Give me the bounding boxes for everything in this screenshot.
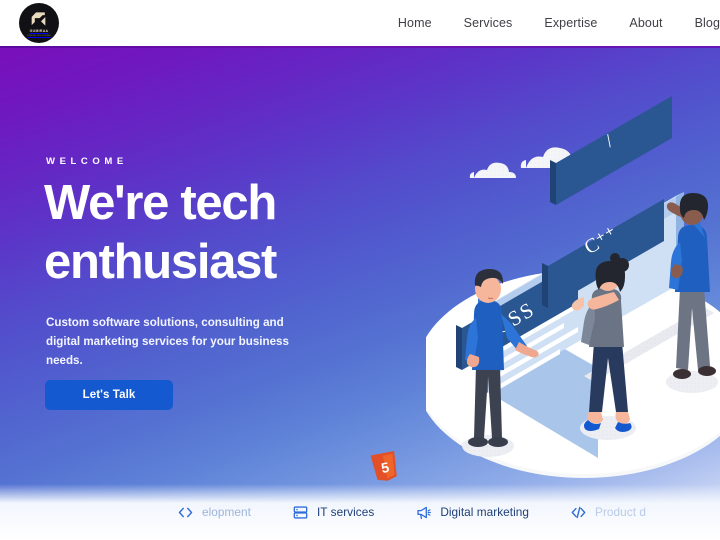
nav-link-home[interactable]: Home [380, 16, 448, 30]
site-header: GUMIRAA DIGITAL SOLUTIONS Home Services … [0, 0, 720, 46]
code-slab-slash: / [550, 96, 672, 205]
feature-product-design[interactable]: Product d [571, 505, 646, 520]
headline-line-1: We're tech [44, 176, 277, 230]
gumiraa-logo[interactable]: GUMIRAA DIGITAL SOLUTIONS [19, 3, 59, 43]
feature-digital-marketing[interactable]: Digital marketing [416, 505, 529, 520]
logo-wordmark: GUMIRAA [29, 29, 49, 34]
logo-tagline: DIGITAL SOLUTIONS [27, 34, 51, 37]
nav-link-services[interactable]: Services [448, 16, 529, 30]
lets-talk-button[interactable]: Let's Talk [45, 380, 173, 410]
server-stack-icon [293, 505, 308, 519]
code-brackets-icon [178, 507, 193, 517]
feature-strip: elopment IT services Digital marketing P… [0, 484, 720, 540]
hero-eyebrow: WELCOME [46, 156, 128, 167]
feature-it-services[interactable]: IT services [293, 505, 374, 520]
page-title: We're tech enthusiast [44, 174, 384, 292]
web-development-illustration: / CSS C⁺⁺ [426, 96, 720, 478]
feature-web-development[interactable]: elopment [178, 505, 251, 520]
nav-link-about[interactable]: About [613, 16, 678, 30]
cloud-icon [469, 162, 516, 178]
html5-logo: 5 [370, 450, 397, 481]
headline-line-2: enthusiast [44, 234, 277, 289]
main-navigation: Home Services Expertise About Blog [380, 0, 720, 46]
megaphone-icon [417, 506, 432, 519]
feature-label: elopment [202, 505, 251, 519]
hero-section: / CSS C⁺⁺ WELCOME We're tech enthusiast … [0, 46, 720, 540]
feature-label: IT services [316, 505, 375, 519]
feature-label: Product d [595, 505, 646, 519]
code-tag-icon [571, 506, 586, 518]
nav-link-expertise[interactable]: Expertise [528, 16, 613, 30]
nav-link-blog[interactable]: Blog [679, 16, 720, 30]
logo-monogram-icon [31, 12, 46, 26]
feature-label: Digital marketing [440, 505, 530, 519]
hero-subcopy: Custom software solutions, consulting an… [46, 316, 289, 367]
